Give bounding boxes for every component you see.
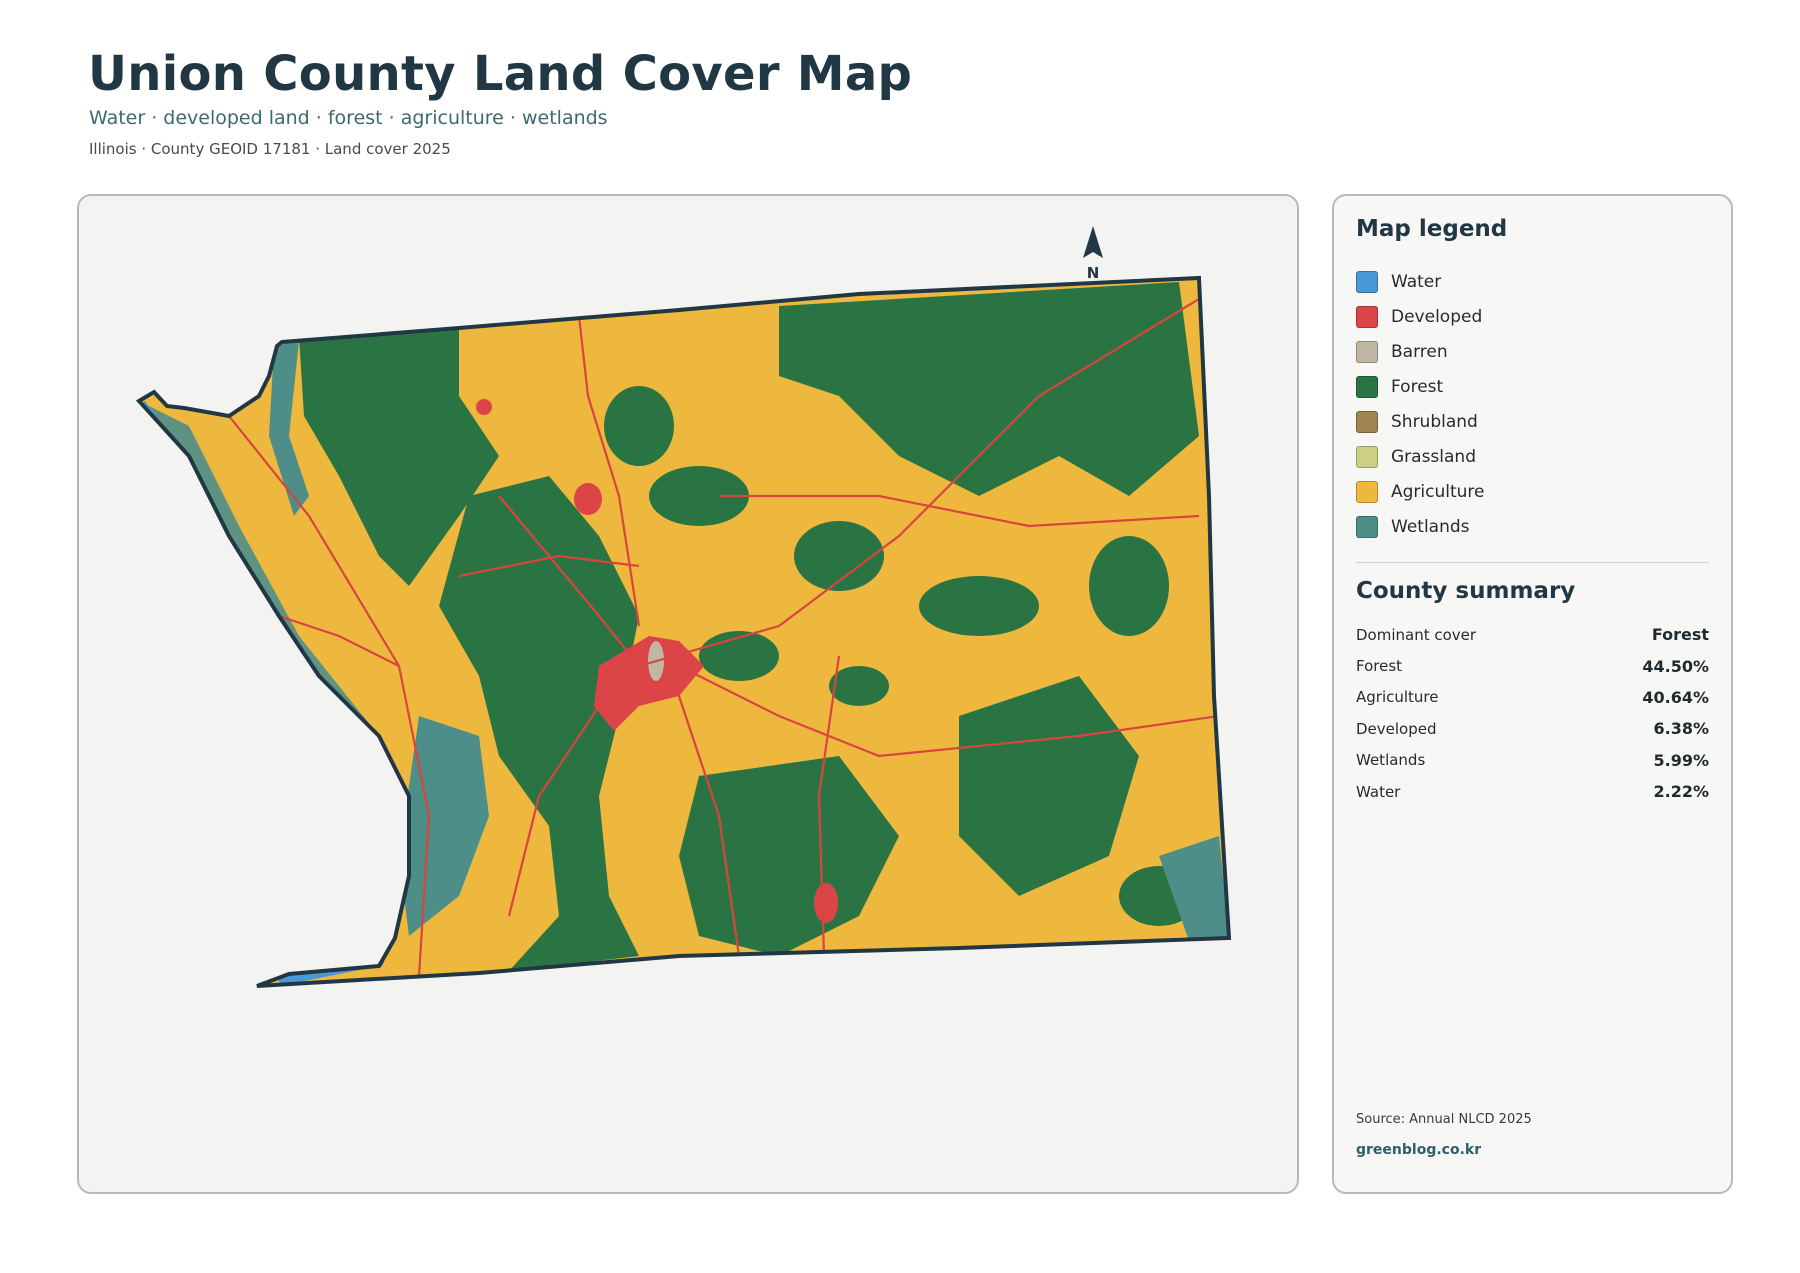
summary-label: Forest (1356, 657, 1403, 676)
legend-label: Wetlands (1391, 516, 1470, 537)
legend-item-agriculture[interactable]: Agriculture (1356, 474, 1696, 509)
town-northwest (476, 399, 492, 415)
swatch-wetlands (1356, 515, 1378, 538)
summary-row: Developed 6.38% (1356, 713, 1709, 744)
summary-value: 40.64% (1642, 687, 1709, 707)
north-arrow[interactable]: N (1083, 226, 1103, 282)
land-cover-map[interactable]: N (79, 196, 1299, 1194)
summary-value: 5.99% (1653, 750, 1709, 770)
swatch-barren (1356, 340, 1378, 363)
summary-value: 44.50% (1642, 656, 1709, 676)
summary-label: Developed (1356, 719, 1437, 738)
legend-item-forest[interactable]: Forest (1356, 369, 1696, 404)
summary-value: 6.38% (1653, 719, 1709, 739)
legend-label: Shrubland (1391, 411, 1478, 432)
swatch-water (1356, 270, 1378, 293)
summary-value: 2.22% (1653, 782, 1709, 802)
summary-value: Forest (1651, 625, 1709, 645)
north-arrow-icon (1083, 226, 1103, 258)
summary-row: Dominant cover Forest (1356, 619, 1709, 650)
legend-list: Water Developed Barren Forest Shrubland … (1356, 264, 1696, 544)
source-note: Source: Annual NLCD 2025 (1356, 1112, 1532, 1127)
summary-row: Agriculture 40.64% (1356, 682, 1709, 713)
legend-label: Water (1391, 271, 1442, 292)
swatch-agriculture (1356, 480, 1378, 503)
summary-label: Water (1356, 782, 1401, 801)
page-title: Union County Land Cover Map (88, 46, 913, 102)
credit-link[interactable]: greenblog.co.kr (1356, 1142, 1481, 1158)
town-north (574, 483, 602, 515)
legend-label: Barren (1391, 341, 1448, 362)
legend-item-wetlands[interactable]: Wetlands (1356, 509, 1696, 544)
summary-row: Water 2.22% (1356, 776, 1709, 807)
legend-label: Forest (1391, 376, 1444, 397)
north-arrow-label: N (1087, 264, 1100, 282)
side-panel: Map legend Water Developed Barren Forest… (1332, 194, 1733, 1194)
swatch-forest (1356, 375, 1378, 398)
legend-item-grassland[interactable]: Grassland (1356, 439, 1696, 474)
swatch-shrubland (1356, 410, 1378, 433)
legend-item-developed[interactable]: Developed (1356, 299, 1696, 334)
divider (1356, 562, 1709, 563)
summary-label: Dominant cover (1356, 625, 1477, 644)
legend-label: Agriculture (1391, 481, 1485, 502)
summary-label: Agriculture (1356, 688, 1439, 707)
legend-item-shrubland[interactable]: Shrubland (1356, 404, 1696, 439)
summary-table: Dominant cover Forest Forest 44.50% Agri… (1356, 619, 1709, 807)
summary-title: County summary (1356, 578, 1576, 604)
summary-label: Wetlands (1356, 751, 1426, 770)
legend-item-barren[interactable]: Barren (1356, 334, 1696, 369)
legend-label: Grassland (1391, 446, 1476, 467)
swatch-grassland (1356, 445, 1378, 468)
legend-item-water[interactable]: Water (1356, 264, 1696, 299)
swatch-developed (1356, 305, 1378, 328)
page-meta: Illinois · County GEOID 17181 · Land cov… (89, 140, 451, 158)
town-south (814, 883, 838, 923)
page-subtitle: Water · developed land · forest · agricu… (89, 107, 608, 129)
map-panel[interactable]: N (77, 194, 1299, 1194)
legend-title: Map legend (1356, 216, 1508, 242)
summary-row: Wetlands 5.99% (1356, 745, 1709, 776)
legend-label: Developed (1391, 306, 1483, 327)
summary-row: Forest 44.50% (1356, 650, 1709, 681)
